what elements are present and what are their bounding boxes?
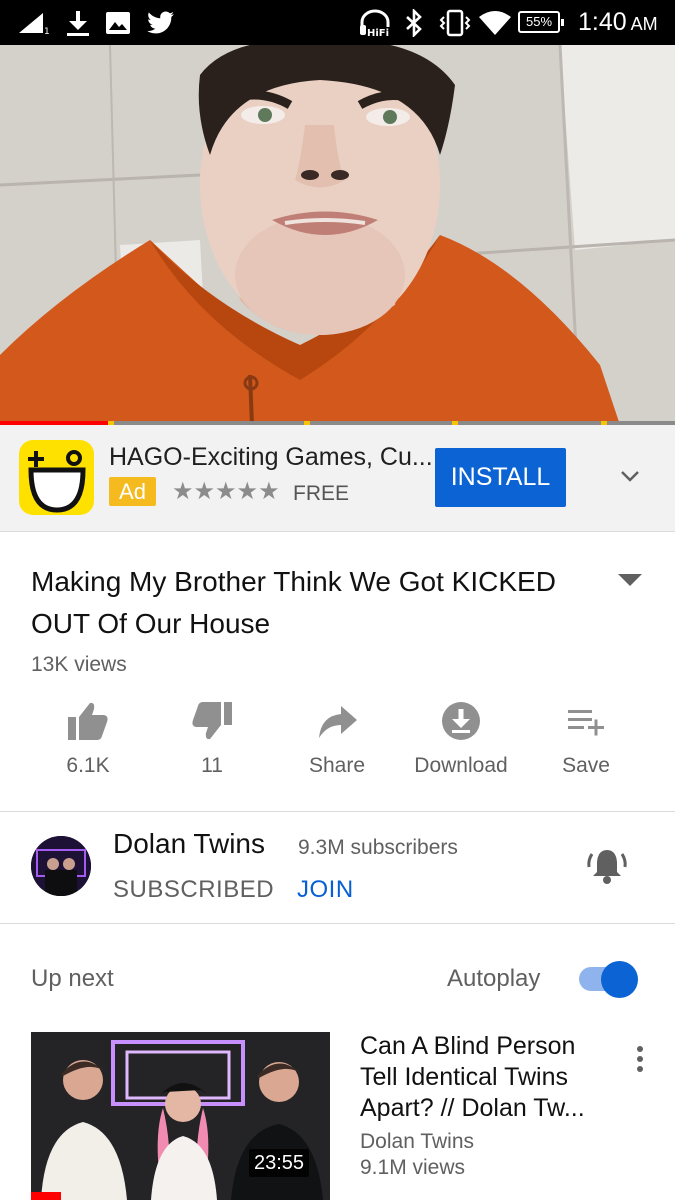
rating-stars: ★★★★★ xyxy=(172,478,280,505)
divider xyxy=(0,811,675,812)
like-button[interactable]: 6.1K xyxy=(28,700,148,778)
channel-avatar[interactable] xyxy=(31,836,91,896)
status-bar: 1 HiFi 55% 1:40 AM xyxy=(0,0,675,45)
download-circle-icon xyxy=(442,702,480,740)
like-count: 6.1K xyxy=(66,754,110,777)
divider xyxy=(0,923,675,924)
video-frame xyxy=(0,45,675,425)
ad-banner[interactable]: HAGO-Exciting Games, Cu... Ad ★★★★★ FREE… xyxy=(0,425,675,532)
signal-icon: 1 xyxy=(19,13,50,35)
download-icon xyxy=(67,11,89,36)
svg-text:1: 1 xyxy=(44,27,50,35)
subscribed-button[interactable]: SUBSCRIBED xyxy=(113,876,274,904)
install-button[interactable]: INSTALL xyxy=(435,448,566,507)
subscriber-count: 9.3M subscribers xyxy=(298,836,458,859)
clock-ampm: AM xyxy=(630,14,658,34)
image-icon xyxy=(106,12,130,34)
thumbs-up-icon xyxy=(68,702,108,740)
clock: 1:40 AM xyxy=(578,8,658,37)
download-label: Download xyxy=(414,754,508,777)
notification-bell-icon[interactable] xyxy=(586,846,628,886)
thumbs-down-icon xyxy=(192,702,232,740)
video-player[interactable] xyxy=(0,45,675,425)
clock-time: 1:40 xyxy=(578,8,627,36)
save-label: Save xyxy=(562,754,610,777)
bluetooth-icon xyxy=(406,9,422,37)
more-options-icon[interactable] xyxy=(632,1045,648,1075)
video-duration: 23:55 xyxy=(249,1149,310,1177)
ad-badge: Ad xyxy=(109,477,156,506)
join-button[interactable]: JOIN xyxy=(297,876,354,904)
share-button[interactable]: Share xyxy=(277,700,397,778)
avatar-image xyxy=(31,836,91,896)
chevron-down-icon[interactable] xyxy=(618,468,642,484)
video-title[interactable]: Making My Brother Think We Got KICKED OU… xyxy=(31,561,591,645)
autoplay-label: Autoplay xyxy=(447,965,541,992)
save-button[interactable]: Save xyxy=(526,700,646,778)
ad-price: FREE xyxy=(293,482,350,505)
vibrate-icon xyxy=(439,9,471,37)
next-video-title[interactable]: Can A Blind Person Tell Identical Twins … xyxy=(360,1031,610,1124)
hago-app-icon[interactable] xyxy=(19,440,94,515)
download-button[interactable]: Download xyxy=(401,700,521,778)
dislike-count: 11 xyxy=(201,754,223,777)
up-next-label: Up next xyxy=(31,965,114,992)
autoplay-toggle-knob[interactable] xyxy=(601,961,638,998)
hifi-headphones-icon: HiFi xyxy=(360,9,390,37)
playlist-add-icon xyxy=(568,710,604,736)
next-video-views: 9.1M views xyxy=(360,1156,466,1179)
twitter-icon xyxy=(147,11,174,34)
next-video-channel: Dolan Twins xyxy=(360,1130,475,1153)
view-count: 13K views xyxy=(31,653,127,676)
ad-app-name[interactable]: HAGO-Exciting Games, Cu... xyxy=(109,443,433,472)
watched-progress xyxy=(31,1192,61,1200)
svg-text:HiFi: HiFi xyxy=(367,28,389,37)
smiley-icon xyxy=(28,450,86,513)
share-label: Share xyxy=(308,754,366,777)
wifi-icon xyxy=(479,11,511,35)
share-icon xyxy=(319,706,357,738)
battery-icon: 55% xyxy=(518,11,564,33)
expand-caret-icon[interactable] xyxy=(617,573,643,587)
channel-name[interactable]: Dolan Twins xyxy=(113,828,265,860)
dislike-button[interactable]: 11 xyxy=(152,700,272,778)
